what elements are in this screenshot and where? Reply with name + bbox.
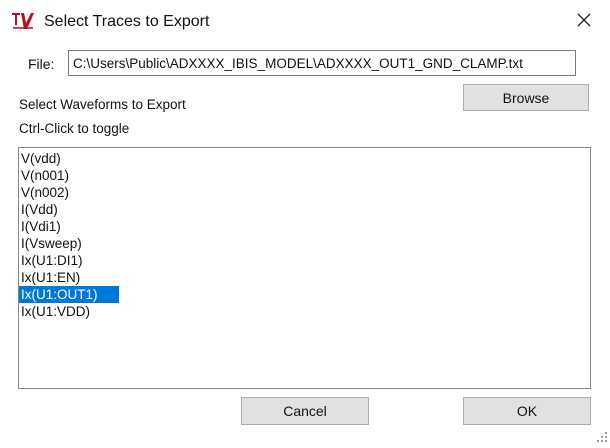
dialog-title: Select Traces to Export <box>44 13 210 30</box>
cancel-button[interactable]: Cancel <box>241 397 369 425</box>
waveform-item-i-vsweep[interactable]: I(Vsweep) <box>19 235 119 252</box>
ctrl-click-hint: Ctrl-Click to toggle <box>19 121 130 136</box>
file-path-input[interactable] <box>68 50 576 76</box>
waveform-item-i-vdd[interactable]: I(Vdd) <box>19 201 119 218</box>
waveform-item-ix-u1-out1[interactable]: Ix(U1:OUT1) <box>19 286 119 303</box>
close-icon <box>577 13 591 32</box>
resize-grip-icon[interactable] <box>596 430 608 442</box>
ltspice-app-icon <box>11 11 35 31</box>
close-button[interactable] <box>566 8 602 36</box>
browse-button[interactable]: Browse <box>463 84 589 111</box>
ok-button[interactable]: OK <box>463 397 591 425</box>
file-label: File: <box>28 56 55 72</box>
title-bar: Select Traces to Export <box>0 0 610 44</box>
select-waveforms-label: Select Waveforms to Export <box>19 97 186 112</box>
waveform-item-v-n002[interactable]: V(n002) <box>19 184 119 201</box>
waveform-list[interactable]: V(vdd) V(n001) V(n002) I(Vdd) I(Vdi1) I(… <box>18 147 591 389</box>
waveform-item-ix-u1-vdd[interactable]: Ix(U1:VDD) <box>19 303 119 320</box>
waveform-list-items: V(vdd) V(n001) V(n002) I(Vdd) I(Vdi1) I(… <box>19 148 590 320</box>
waveform-item-v-n001[interactable]: V(n001) <box>19 167 119 184</box>
waveform-item-ix-u1-di1[interactable]: Ix(U1:DI1) <box>19 252 119 269</box>
waveform-item-v-vdd[interactable]: V(vdd) <box>19 150 119 167</box>
select-traces-dialog: Select Traces to Export File: Select Wav… <box>0 0 610 444</box>
waveform-item-i-vdi1[interactable]: I(Vdi1) <box>19 218 119 235</box>
waveform-item-ix-u1-en[interactable]: Ix(U1:EN) <box>19 269 119 286</box>
